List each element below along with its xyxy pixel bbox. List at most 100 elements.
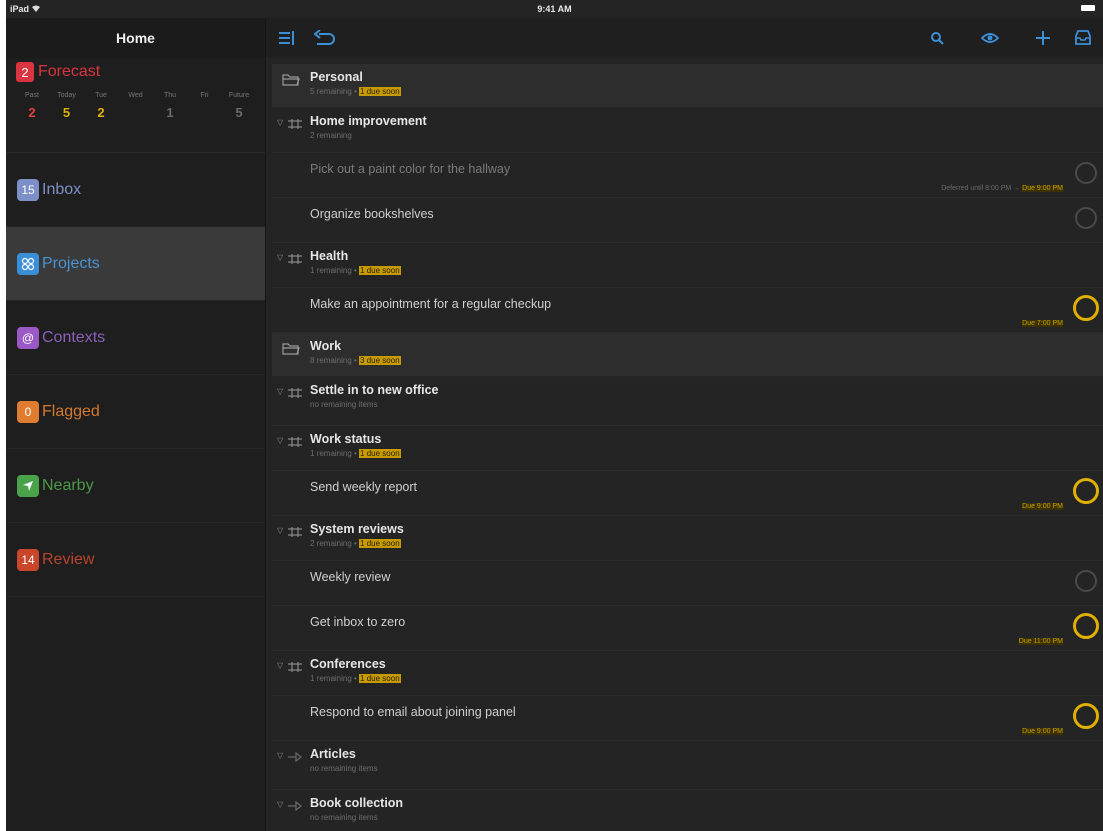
task-checkbox[interactable] bbox=[1073, 295, 1099, 321]
sidebar-item-label: Contexts bbox=[42, 328, 106, 346]
status-time: 9:41 AM bbox=[537, 4, 572, 14]
project-row-8[interactable]: ▽ Work status 1 remaining • 1 due soon bbox=[272, 426, 1103, 471]
remaining-count: 8 remaining • 3 due soon bbox=[310, 356, 401, 365]
forecast-day-1[interactable]: Today 5 bbox=[53, 92, 81, 120]
task-dates: Due 9:00 PM bbox=[1022, 728, 1063, 735]
remaining-count: no remaining items bbox=[310, 764, 378, 773]
task-title[interactable]: Pick out a paint color for the hallway bbox=[310, 162, 510, 176]
row-title: Personal bbox=[310, 70, 363, 84]
sidebar-item-nearby[interactable]: Nearby bbox=[6, 449, 265, 523]
task-row-2[interactable]: Pick out a paint color for the hallway De… bbox=[272, 153, 1103, 198]
task-title[interactable]: Send weekly report bbox=[310, 480, 417, 494]
task-row-11[interactable]: Weekly review bbox=[272, 561, 1103, 606]
project-row-10[interactable]: ▽ System reviews 2 remaining • 1 due soon bbox=[272, 516, 1103, 561]
parallel-project-icon bbox=[288, 251, 302, 269]
forecast-day-name: Thu bbox=[163, 92, 177, 99]
due-date-text: Due 11:00 PM bbox=[1018, 638, 1063, 645]
task-title[interactable]: Make an appointment for a regular checku… bbox=[310, 297, 551, 311]
row-title: Work bbox=[310, 339, 342, 353]
folder-row-6[interactable]: Work 8 remaining • 3 due soon bbox=[272, 333, 1103, 377]
remaining-text: 1 remaining • bbox=[310, 266, 360, 275]
disclosure-triangle-icon[interactable]: ▽ bbox=[277, 253, 283, 262]
remaining-count: no remaining items bbox=[310, 813, 378, 822]
plus-icon bbox=[1036, 31, 1050, 45]
remaining-count: 5 remaining • 1 due soon bbox=[310, 87, 401, 96]
battery-icon bbox=[1081, 5, 1095, 11]
task-row-9[interactable]: Send weekly report Due 9:00 PM bbox=[272, 471, 1103, 516]
undo-button[interactable] bbox=[314, 27, 336, 49]
disclosure-triangle-icon[interactable]: ▽ bbox=[277, 526, 283, 535]
forecast-day-name: Fri bbox=[200, 92, 209, 99]
undo-icon bbox=[314, 30, 335, 45]
inbox-capture-button[interactable] bbox=[1072, 27, 1094, 49]
forecast-day-4[interactable]: Thu 1 bbox=[156, 92, 184, 120]
search-button[interactable] bbox=[926, 27, 948, 49]
forecast-day-3[interactable]: Wed bbox=[122, 92, 150, 120]
forecast-days: Past 2 Today 5 Tue 2 Wed Thu 1 Fri Future 5 bbox=[16, 92, 255, 120]
remaining-count: 2 remaining • 1 due soon bbox=[310, 539, 401, 548]
inbox-icon: 15 bbox=[17, 178, 39, 201]
remaining-text: 1 remaining • bbox=[310, 674, 360, 683]
search-icon bbox=[931, 32, 944, 45]
task-checkbox[interactable] bbox=[1073, 703, 1099, 729]
sidebar-item-label: Projects bbox=[42, 254, 100, 272]
disclosure-triangle-icon[interactable]: ▽ bbox=[277, 387, 283, 396]
due-soon-badge: 1 due soon bbox=[359, 449, 401, 458]
add-button[interactable] bbox=[1032, 27, 1054, 49]
forecast-day-name: Wed bbox=[128, 92, 143, 99]
task-checkbox[interactable] bbox=[1075, 570, 1097, 592]
task-checkbox[interactable] bbox=[1073, 478, 1099, 504]
task-row-12[interactable]: Get inbox to zero Due 11:00 PM bbox=[272, 606, 1103, 651]
due-soon-badge: 1 due soon bbox=[359, 539, 401, 548]
forecast-day-5[interactable]: Fri bbox=[191, 92, 219, 120]
project-row-13[interactable]: ▽ Conferences 1 remaining • 1 due soon bbox=[272, 651, 1103, 696]
sidebar-item-inbox[interactable]: 15 Inbox bbox=[6, 153, 265, 227]
folder-row-0[interactable]: Personal 5 remaining • 1 due soon bbox=[272, 64, 1103, 108]
sidebar-toggle-button[interactable] bbox=[276, 27, 298, 49]
sidebar-item-projects[interactable]: Projects bbox=[6, 227, 265, 301]
location-arrow-icon bbox=[17, 474, 39, 497]
project-row-4[interactable]: ▽ Health 1 remaining • 1 due soon bbox=[272, 243, 1103, 288]
forecast-day-count bbox=[203, 105, 207, 120]
disclosure-triangle-icon[interactable]: ▽ bbox=[277, 436, 283, 445]
remaining-text: 2 remaining bbox=[310, 131, 352, 140]
forecast-day-6[interactable]: Future 5 bbox=[225, 92, 253, 120]
projects-icon bbox=[17, 252, 39, 275]
disclosure-triangle-icon[interactable]: ▽ bbox=[277, 118, 283, 127]
sidebar-item-contexts[interactable]: @ Contexts bbox=[6, 301, 265, 375]
remaining-text: no remaining items bbox=[310, 764, 378, 773]
row-title: System reviews bbox=[310, 522, 404, 536]
task-dates: Deferred until 8:00 PM → Due 9:00 PM bbox=[941, 185, 1063, 192]
task-checkbox[interactable] bbox=[1073, 613, 1099, 639]
disclosure-triangle-icon[interactable]: ▽ bbox=[277, 751, 283, 760]
sidebar-item-review[interactable]: 14 Review bbox=[6, 523, 265, 597]
task-title[interactable]: Respond to email about joining panel bbox=[310, 705, 516, 719]
project-row-15[interactable]: ▽ Articles no remaining items bbox=[272, 741, 1103, 790]
forecast-day-0[interactable]: Past 2 bbox=[18, 92, 46, 120]
task-title[interactable]: Organize bookshelves bbox=[310, 207, 434, 221]
view-options-button[interactable] bbox=[979, 27, 1001, 49]
forecast-day-count: 2 bbox=[97, 105, 105, 120]
task-row-14[interactable]: Respond to email about joining panel Due … bbox=[272, 696, 1103, 741]
remaining-count: 1 remaining • 1 due soon bbox=[310, 266, 401, 275]
remaining-count: 1 remaining • 1 due soon bbox=[310, 449, 401, 458]
parallel-project-icon bbox=[288, 659, 302, 677]
task-row-3[interactable]: Organize bookshelves bbox=[272, 198, 1103, 243]
project-row-7[interactable]: ▽ Settle in to new office no remaining ite… bbox=[272, 377, 1103, 426]
row-title: Book collection bbox=[310, 796, 404, 810]
task-row-5[interactable]: Make an appointment for a regular checku… bbox=[272, 288, 1103, 333]
task-title[interactable]: Get inbox to zero bbox=[310, 615, 405, 629]
task-title[interactable]: Weekly review bbox=[310, 570, 390, 584]
task-checkbox[interactable] bbox=[1075, 162, 1097, 184]
project-row-16[interactable]: ▽ Book collection no remaining items bbox=[272, 790, 1103, 831]
project-row-1[interactable]: ▽ Home improvement 2 remaining bbox=[272, 108, 1103, 153]
folder-icon bbox=[282, 73, 300, 91]
disclosure-triangle-icon[interactable]: ▽ bbox=[277, 661, 283, 670]
task-checkbox[interactable] bbox=[1075, 207, 1097, 229]
remaining-text: 8 remaining • bbox=[310, 356, 360, 365]
sidebar-item-flagged[interactable]: 0 Flagged bbox=[6, 375, 265, 449]
sidebar-item-forecast[interactable]: 2 Forecast Past 2 Today 5 Tue 2 Wed Thu 1 Fri Fu… bbox=[6, 58, 265, 153]
forecast-day-2[interactable]: Tue 2 bbox=[87, 92, 115, 120]
disclosure-triangle-icon[interactable]: ▽ bbox=[277, 800, 283, 809]
sidebar-item-label: Nearby bbox=[42, 476, 94, 494]
